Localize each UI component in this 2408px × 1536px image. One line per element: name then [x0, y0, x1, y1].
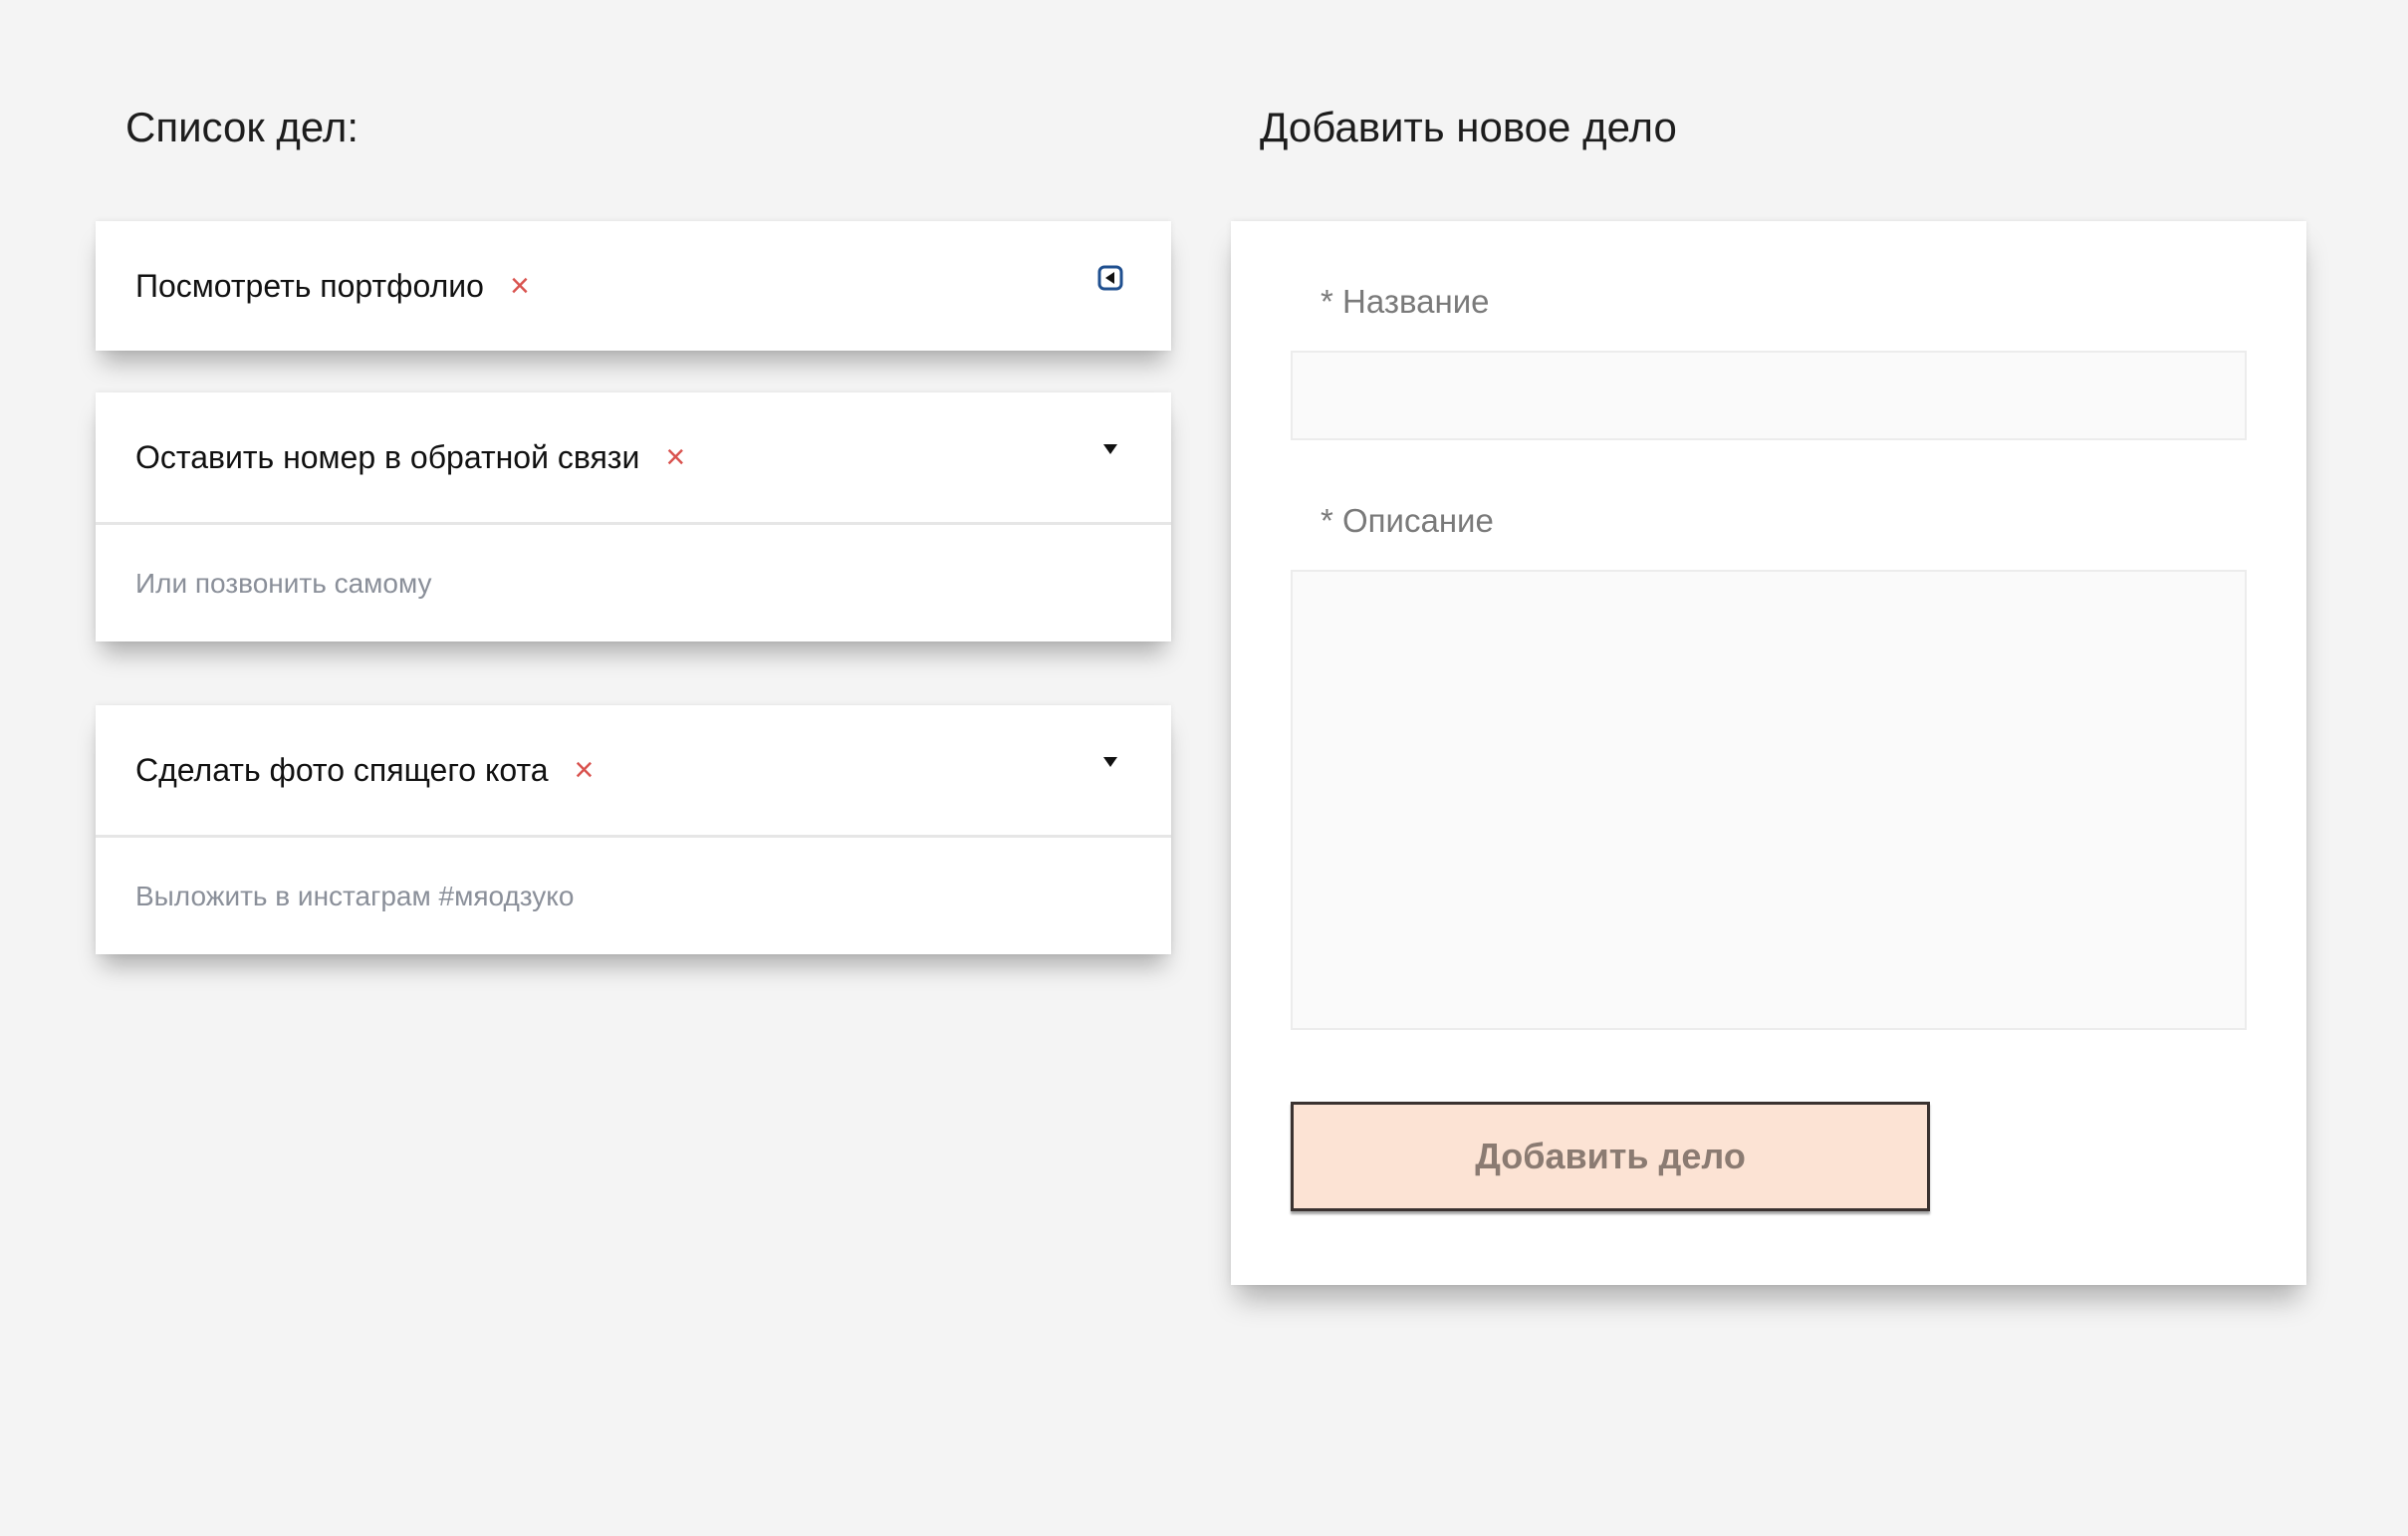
add-todo-form: * Название * Описание Добавить дело — [1231, 221, 2306, 1285]
todo-item-body: Выложить в инстаграм #мяодзуко — [96, 835, 1171, 954]
collapse-toggle-icon[interactable] — [1095, 434, 1125, 464]
name-input[interactable] — [1291, 351, 2247, 440]
todo-item: Посмотреть портфолио × — [96, 221, 1171, 351]
todo-item-title: Сделать фото спящего кота — [135, 751, 549, 788]
todo-item-header[interactable]: Посмотреть портфолио × — [96, 221, 1171, 351]
todo-item-description: Или позвонить самому — [135, 567, 432, 599]
todo-item-body: Или позвонить самому — [96, 522, 1171, 641]
todo-item: Оставить номер в обратной связи × Или по… — [96, 392, 1171, 641]
remove-icon[interactable]: × — [510, 269, 530, 303]
todo-item-header[interactable]: Оставить номер в обратной связи × — [96, 392, 1171, 522]
add-todo-heading: Добавить новое дело — [1260, 104, 1677, 150]
todo-item-title: Посмотреть портфолио — [135, 267, 484, 304]
remove-icon[interactable]: × — [575, 753, 595, 787]
collapse-toggle-icon[interactable] — [1095, 747, 1125, 777]
add-todo-button[interactable]: Добавить дело — [1291, 1102, 1930, 1211]
todo-item-header[interactable]: Сделать фото спящего кота × — [96, 705, 1171, 835]
description-field-label: * Описание — [1321, 502, 1494, 539]
todo-list-heading: Список дел: — [125, 104, 360, 150]
todo-item-description: Выложить в инстаграм #мяодзуко — [135, 880, 575, 911]
remove-icon[interactable]: × — [665, 440, 685, 474]
todo-item-title: Оставить номер в обратной связи — [135, 438, 640, 475]
expand-toggle-icon[interactable] — [1095, 263, 1125, 293]
name-field-label: * Название — [1321, 283, 1490, 320]
description-textarea[interactable] — [1291, 570, 2247, 1030]
todo-item: Сделать фото спящего кота × Выложить в и… — [96, 705, 1171, 954]
